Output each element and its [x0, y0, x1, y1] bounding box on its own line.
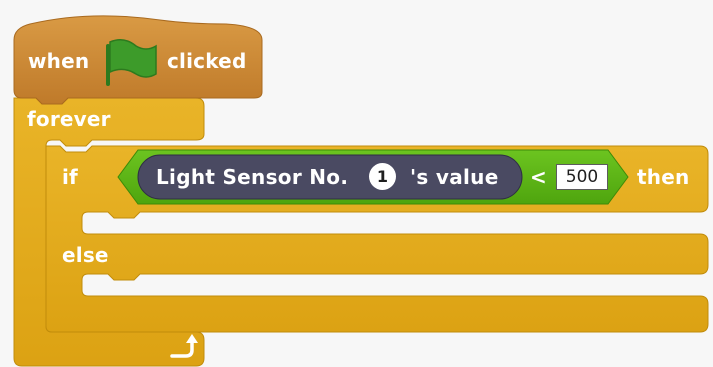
scripts-area: when clicked forever if then else Light …: [0, 0, 713, 367]
threshold-input[interactable]: [556, 164, 608, 190]
sensor-label-suffix: 's value: [410, 165, 499, 189]
hat-clicked-label: clicked: [167, 49, 247, 73]
less-than-symbol: <: [530, 165, 547, 189]
sensor-port-dropdown[interactable]: 1: [369, 163, 396, 190]
sensor-label-prefix: Light Sensor No.: [156, 165, 349, 189]
forever-label: forever: [27, 107, 111, 131]
then-label: then: [637, 165, 690, 189]
hat-when-label: when: [28, 49, 90, 73]
else-label: else: [62, 243, 109, 267]
if-label: if: [62, 165, 78, 189]
